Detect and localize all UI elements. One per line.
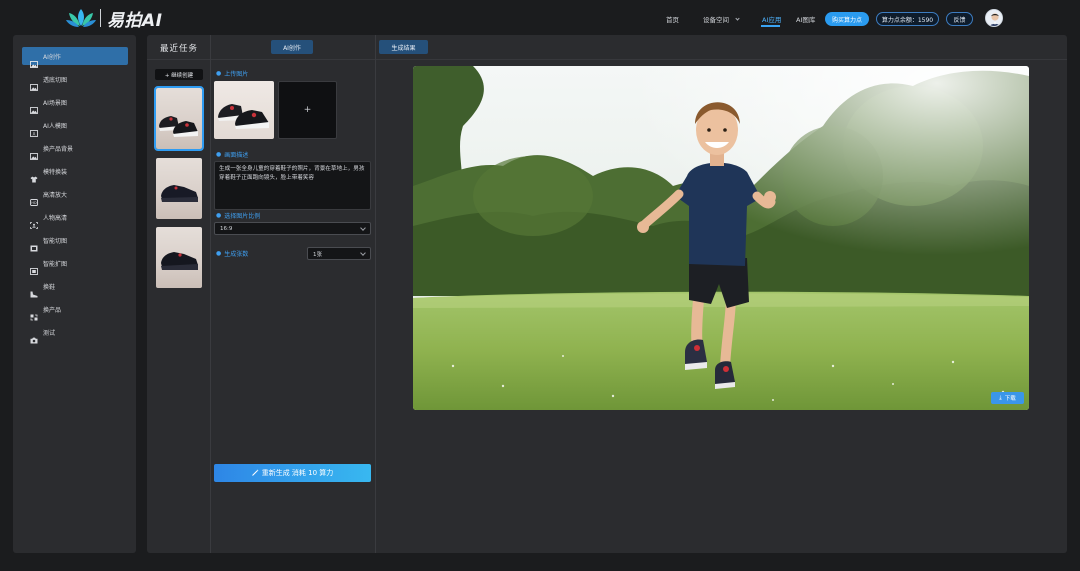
bullet-icon: ●	[216, 212, 222, 219]
magic-wand-icon	[251, 468, 259, 478]
camera-icon	[30, 329, 38, 343]
tab-ai-create[interactable]: AI创作	[271, 40, 313, 54]
sidebar-item-bg-removal[interactable]: 透底切图	[22, 70, 128, 91]
nav-active-indicator	[761, 25, 780, 27]
sidebar-item-test[interactable]: 测试	[22, 323, 128, 343]
svg-text:A: A	[33, 131, 36, 136]
person-frame-icon	[30, 214, 38, 229]
nav-home[interactable]: 首页	[666, 14, 679, 24]
header-divider	[147, 59, 1067, 60]
image-icon	[30, 76, 38, 91]
ratio-section-label: ● 选择图片比例	[216, 211, 260, 220]
svg-text:HD: HD	[31, 201, 37, 205]
sidebar-item-label: 人物高清	[43, 214, 68, 222]
prompt-section-label: ● 画面描述	[216, 150, 248, 159]
sidebar-item-hd-upscale[interactable]: HD 高清放大	[22, 185, 128, 206]
count-select[interactable]: 1张	[307, 247, 371, 260]
ratio-label-text: 选择图片比例	[224, 213, 261, 220]
shoe-icon	[30, 283, 38, 297]
sidebar-item-label: 换产品背景	[43, 145, 74, 153]
bullet-icon: ●	[216, 70, 222, 77]
sidebar-item-product-bg[interactable]: 换产品背景	[22, 139, 128, 160]
sidebar-item-portrait-hd[interactable]: 人物高清	[22, 208, 128, 229]
cut-image-icon	[30, 237, 38, 251]
recent-tasks-title: 最近任务	[160, 44, 199, 54]
column-divider	[375, 35, 376, 553]
sidebar-item-label: 换产品	[43, 306, 62, 314]
column-divider	[210, 35, 211, 553]
sidebar-item-label: 透底切图	[43, 76, 68, 84]
lotus-logo-icon	[66, 7, 96, 29]
swap-product-icon	[30, 306, 38, 320]
count-select-value: 1张	[313, 251, 322, 258]
hd-icon: HD	[30, 191, 38, 206]
brand-name: 易拍AI	[107, 10, 163, 31]
sidebar-item-label: 测试	[43, 329, 56, 337]
uploaded-image[interactable]	[214, 81, 274, 139]
sidebar-item-label: AI创作	[43, 53, 61, 61]
upload-label-text: 上传图片	[224, 71, 249, 78]
feedback-button[interactable]: 反馈	[946, 12, 973, 26]
sidebar-item-smart-cut[interactable]: 智能切图	[22, 231, 128, 251]
ai-model-icon: A	[30, 122, 38, 137]
sidebar-item-label: 高清放大	[43, 191, 68, 199]
sidebar-item-label: 换鞋	[43, 283, 56, 291]
sidebar-item-label: 智能扩图	[43, 260, 68, 268]
nav-ai-gallery[interactable]: AI图库	[796, 14, 815, 24]
bullet-icon: ●	[216, 151, 222, 158]
recent-task-thumbnail[interactable]	[156, 158, 202, 219]
tab-generated-result[interactable]: 生成结果	[379, 40, 428, 54]
add-image-button[interactable]: +	[278, 81, 337, 139]
sidebar-item-shoe-swap[interactable]: 换鞋	[22, 277, 128, 297]
nav-ai-apps[interactable]: AI应用	[762, 14, 781, 24]
sidebar-item-smart-expand[interactable]: 智能扩图	[22, 254, 128, 275]
prompt-label-text: 画面描述	[224, 152, 249, 159]
ratio-select[interactable]: 16:9	[214, 222, 371, 235]
download-button[interactable]: ⤓ 下载	[991, 392, 1024, 404]
recent-task-thumbnail[interactable]	[156, 227, 202, 288]
sidebar-item-ai-scene[interactable]: AI场景图	[22, 93, 128, 114]
sidebar-item-ai-create[interactable]: AI创作	[22, 47, 128, 68]
bullet-icon: ●	[216, 250, 222, 257]
ratio-select-value: 16:9	[220, 225, 233, 232]
count-label-text: 生成张数	[224, 251, 249, 258]
app-sidebar: AI创作 透底切图 AI场景图 A AI人模图 换产品背景 模特换装 HD 高清…	[13, 35, 136, 553]
shirt-icon	[30, 168, 38, 182]
chevron-down-icon	[360, 225, 366, 231]
sidebar-item-ai-model[interactable]: A AI人模图	[22, 116, 128, 137]
top-bar: 易拍AI 首页 设备空间 AI应用 AI图库 购买算力点 算力点余额：1590 …	[0, 0, 1080, 36]
regenerate-button-label: 重新生成 消耗 10 算力	[261, 469, 334, 477]
sidebar-item-label: AI人模图	[43, 122, 67, 130]
buy-credits-button[interactable]: 购买算力点	[825, 12, 869, 26]
logo-divider	[100, 9, 101, 27]
recent-task-thumbnail[interactable]	[154, 86, 204, 151]
user-avatar[interactable]	[985, 9, 1003, 27]
upload-section-label: ● 上传图片	[216, 69, 248, 78]
image-icon	[30, 99, 38, 114]
image-icon	[30, 53, 38, 68]
generated-result-image[interactable]	[413, 66, 1029, 410]
main-panel: 最近任务 AI创作 生成结果 + 继续创建 ● 上传图片 + ● 画面描述 生成…	[147, 35, 1067, 553]
sidebar-item-outfit-swap[interactable]: 模特换装	[22, 162, 128, 182]
sidebar-item-label: 模特换装	[43, 168, 68, 176]
chevron-down-icon	[360, 250, 366, 256]
image-icon	[30, 145, 38, 160]
download-button-label: 下载	[1004, 396, 1016, 402]
sidebar-item-product-swap[interactable]: 换产品	[22, 300, 128, 320]
count-section-label: ● 生成张数	[216, 249, 248, 258]
chevron-down-icon	[735, 16, 740, 21]
download-icon: ⤓	[999, 394, 1002, 401]
new-task-button[interactable]: + 继续创建	[155, 69, 203, 80]
sidebar-item-label: AI场景图	[43, 99, 67, 107]
brand-logo[interactable]: 易拍AI	[66, 6, 163, 31]
expand-image-icon	[30, 260, 38, 275]
regenerate-button[interactable]: 重新生成 消耗 10 算力	[214, 464, 371, 482]
prompt-textarea[interactable]: 生成一张全身儿童的穿着鞋子的照片，背景在草地上，男孩穿着鞋子正面跑向镜头，脸上带…	[214, 161, 371, 210]
sidebar-item-label: 智能切图	[43, 237, 68, 245]
nav-device-space[interactable]: 设备空间	[703, 14, 740, 24]
credits-balance[interactable]: 算力点余额：1590	[876, 12, 939, 26]
nav-device-space-label: 设备空间	[703, 16, 729, 24]
